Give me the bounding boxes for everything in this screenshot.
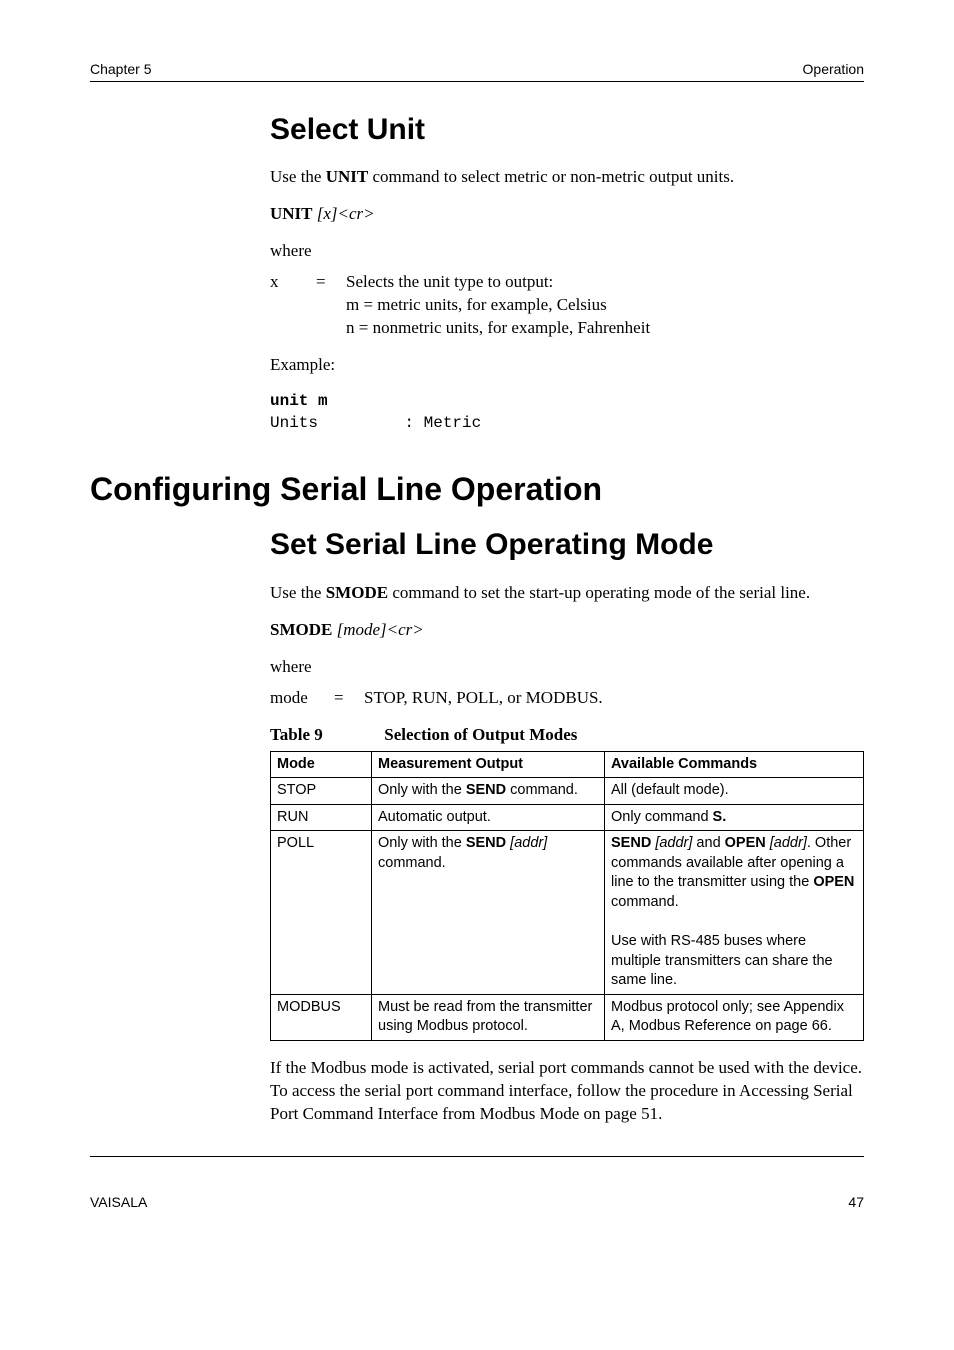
- footer-page-number: 47: [848, 1193, 864, 1212]
- unit-syntax: UNIT [x]<cr>: [270, 203, 864, 226]
- example-input: unit m: [270, 392, 328, 410]
- text-italic: [addr]: [766, 835, 807, 851]
- def-equals: =: [316, 271, 346, 340]
- cell-commands: Modbus protocol only; see Appendix A, Mo…: [605, 994, 864, 1040]
- text: Use the: [270, 167, 326, 186]
- text-bold: SEND: [611, 835, 651, 851]
- heading-set-smode: Set Serial Line Operating Mode: [270, 525, 864, 566]
- table-row: MODBUS Must be read from the transmitter…: [271, 994, 864, 1040]
- text-bold: OPEN: [725, 835, 766, 851]
- syntax-args: [mode]<cr>: [332, 620, 423, 639]
- syntax-args: [x]<cr>: [313, 204, 375, 223]
- table-title: Selection of Output Modes: [384, 725, 577, 744]
- th-mode: Mode: [271, 751, 372, 778]
- page-header: Chapter 5 Operation: [90, 60, 864, 81]
- where-label: where: [270, 240, 864, 263]
- example-block: unit m Units : Metric: [270, 391, 864, 434]
- cell-mode: RUN: [271, 804, 372, 831]
- smode-syntax: SMODE [mode]<cr>: [270, 619, 864, 642]
- text-italic: [addr]: [506, 835, 547, 851]
- syntax-cmd: UNIT: [270, 204, 313, 223]
- cell-measurement: Must be read from the transmitter using …: [372, 994, 605, 1040]
- text: and: [692, 835, 724, 851]
- def-equals: =: [334, 687, 364, 710]
- def-symbol: x: [270, 271, 316, 340]
- text: command.: [506, 782, 578, 798]
- heading-select-unit: Select Unit: [270, 110, 864, 151]
- table-header-row: Mode Measurement Output Available Comman…: [271, 751, 864, 778]
- header-section: Operation: [803, 60, 864, 79]
- cell-commands: All (default mode).: [605, 778, 864, 805]
- table-row: POLL Only with the SEND [addr] command. …: [271, 831, 864, 995]
- text-italic: [addr]: [651, 835, 692, 851]
- cell-mode: POLL: [271, 831, 372, 995]
- text-bold: UNIT: [326, 167, 369, 186]
- footer-rule: [90, 1156, 864, 1157]
- text-bold: S.: [713, 809, 727, 825]
- cell-commands: SEND [addr] and OPEN [addr]. Other comma…: [605, 831, 864, 995]
- text: command to set the start-up operating mo…: [388, 583, 810, 602]
- unit-arg-def: x = Selects the unit type to output: m =…: [270, 271, 864, 340]
- def-symbol: mode: [270, 687, 334, 710]
- page-footer: VAISALA 47: [90, 1193, 864, 1212]
- text: Use the: [270, 583, 326, 602]
- cell-commands: Only command S.: [605, 804, 864, 831]
- table-caption: Table 9 Selection of Output Modes: [270, 724, 864, 747]
- text: .: [807, 835, 811, 851]
- text: Use with RS-485 buses where multiple tra…: [611, 933, 833, 988]
- text: command.: [378, 855, 446, 871]
- header-chapter: Chapter 5: [90, 60, 151, 79]
- th-measurement: Measurement Output: [372, 751, 605, 778]
- text-bold: SEND: [466, 835, 506, 851]
- closing-paragraph: If the Modbus mode is activated, serial …: [270, 1057, 864, 1126]
- def-line: m = metric units, for example, Celsius: [346, 295, 607, 314]
- def-value: Selects the unit type to output: m = met…: [346, 271, 864, 340]
- syntax-cmd: SMODE: [270, 620, 332, 639]
- cell-measurement: Automatic output.: [372, 804, 605, 831]
- text-bold: OPEN: [813, 874, 854, 890]
- smode-arg-def: mode = STOP, RUN, POLL, or MODBUS.: [270, 687, 864, 710]
- text-bold: SEND: [466, 782, 506, 798]
- example-label: Example:: [270, 354, 864, 377]
- output-modes-table: Mode Measurement Output Available Comman…: [270, 751, 864, 1041]
- heading-config-serial: Configuring Serial Line Operation: [90, 468, 864, 511]
- def-line: n = nonmetric units, for example, Fahren…: [346, 318, 650, 337]
- cell-measurement: Only with the SEND command.: [372, 778, 605, 805]
- table-row: RUN Automatic output. Only command S.: [271, 804, 864, 831]
- text: command.: [611, 894, 679, 910]
- def-line: Selects the unit type to output:: [346, 272, 553, 291]
- def-value: STOP, RUN, POLL, or MODBUS.: [364, 687, 864, 710]
- text: command to select metric or non-metric o…: [368, 167, 734, 186]
- text: Only command: [611, 809, 713, 825]
- cell-measurement: Only with the SEND [addr] command.: [372, 831, 605, 995]
- footer-brand: VAISALA: [90, 1193, 147, 1212]
- th-commands: Available Commands: [605, 751, 864, 778]
- header-rule: [90, 81, 864, 82]
- where-label: where: [270, 656, 864, 679]
- text-bold: SMODE: [326, 583, 388, 602]
- table-row: STOP Only with the SEND command. All (de…: [271, 778, 864, 805]
- example-output: Units : Metric: [270, 414, 481, 432]
- select-unit-intro: Use the UNIT command to select metric or…: [270, 166, 864, 189]
- text: Only with the: [378, 835, 466, 851]
- smode-intro: Use the SMODE command to set the start-u…: [270, 582, 864, 605]
- cell-mode: STOP: [271, 778, 372, 805]
- table-number: Table 9: [270, 724, 380, 747]
- cell-mode: MODBUS: [271, 994, 372, 1040]
- text: Only with the: [378, 782, 466, 798]
